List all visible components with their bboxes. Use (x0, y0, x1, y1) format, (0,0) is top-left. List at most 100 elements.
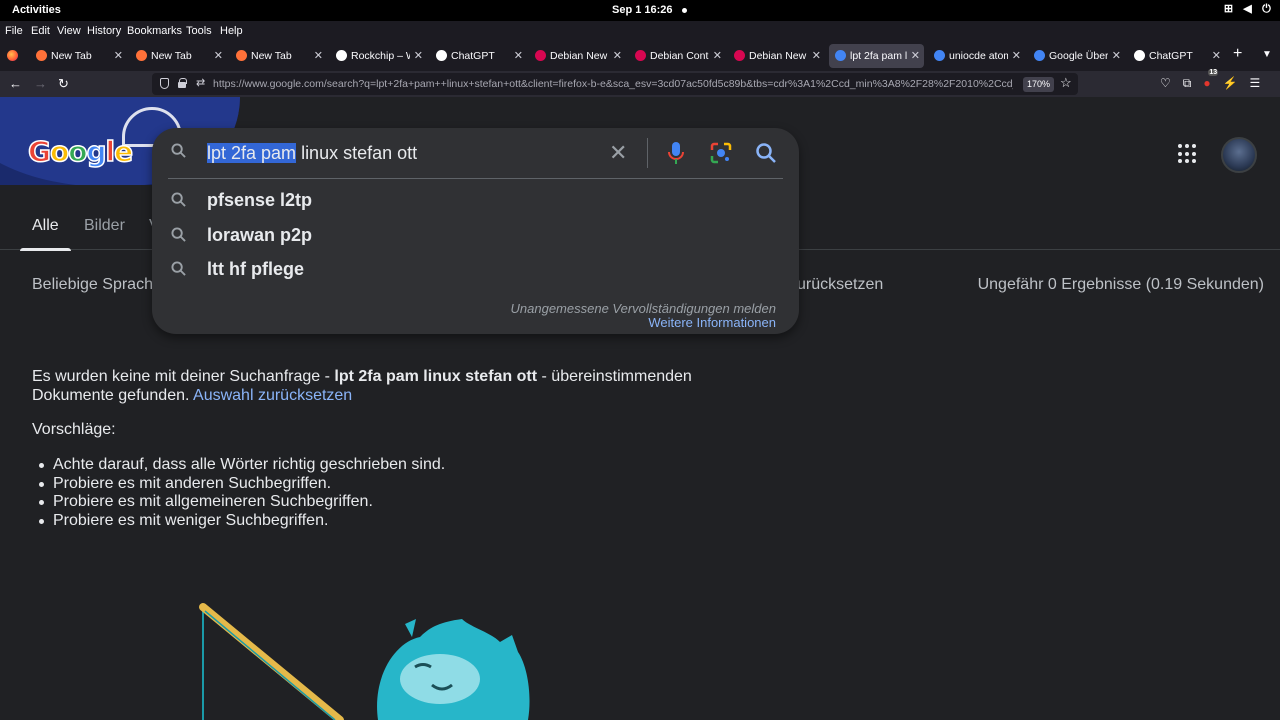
list-all-tabs-icon[interactable]: ▼ (1262, 49, 1272, 60)
close-tab-icon[interactable]: ✕ (314, 49, 323, 62)
close-tab-icon[interactable]: ✕ (911, 49, 920, 62)
reset-filter-link[interactable]: urücksetzen (797, 276, 883, 294)
more-info-link[interactable]: Weitere Informationen (648, 315, 776, 330)
url-bar[interactable]: ⇄ https://www.google.com/search?q=lpt+2f… (152, 73, 1078, 95)
toolbar-icons: ♡ ⧉ ● 13 ⚡ ☰ (1160, 69, 1261, 91)
close-tab-icon[interactable]: ✕ (114, 49, 123, 62)
lens-search-icon[interactable] (710, 142, 732, 164)
close-tab-icon[interactable]: ✕ (1112, 49, 1121, 62)
suggestion-item[interactable]: lorawan p2p (152, 218, 799, 252)
close-tab-icon[interactable]: ✕ (214, 49, 223, 62)
search-icon (171, 192, 186, 207)
suggestion-item[interactable]: pfsense l2tp (152, 183, 799, 217)
zoom-level[interactable]: 170% (1023, 77, 1055, 92)
browser-tab[interactable]: ChatGPT ✕ (1128, 44, 1225, 68)
back-icon[interactable]: ← (9, 76, 22, 91)
close-tab-icon[interactable]: ✕ (1012, 49, 1021, 62)
activities-button[interactable]: Activities (12, 4, 61, 16)
tab-label: Rockchip – Wi (351, 50, 410, 62)
browser-tab[interactable]: lpt 2fa pam lin ✕ (829, 44, 924, 68)
tab-label: Debian New M (749, 50, 808, 62)
creature-ear (405, 619, 416, 637)
chatgpt-icon (436, 50, 447, 61)
browser-tab[interactable]: ChatGPT ✕ (430, 44, 527, 68)
wikipedia-icon (336, 50, 347, 61)
browser-tab[interactable]: Debian New M ✕ (529, 44, 626, 68)
tab-images[interactable]: Bilder (84, 217, 125, 235)
google-logo: Google (27, 134, 134, 169)
browser-tab[interactable]: Debian Contri ✕ (629, 44, 726, 68)
tab-label: lpt 2fa pam lin (850, 50, 907, 62)
tab-label: New Tab (51, 50, 92, 62)
suggestion-item[interactable]: ltt hf pflege (152, 252, 799, 286)
search-input[interactable]: lpt 2fa pam linux stefan ott (207, 143, 417, 164)
close-tab-icon[interactable]: ✕ (713, 49, 722, 62)
menu-edit[interactable]: Edit (31, 25, 50, 37)
firefox-view-icon[interactable] (7, 50, 18, 61)
close-tab-icon[interactable]: ✕ (514, 49, 523, 62)
app-menu-icon[interactable]: ☰ (1250, 76, 1261, 91)
lock-icon[interactable] (178, 78, 187, 88)
google-icon (835, 50, 846, 61)
extensions-icon[interactable]: ⧉ (1183, 76, 1192, 91)
network-icon: ⊞ (1223, 3, 1234, 15)
search-submit-icon[interactable] (755, 142, 777, 164)
tab-label: New Tab (251, 50, 292, 62)
suggestions-heading: Vorschläge: (32, 421, 116, 438)
pocket-icon[interactable]: ♡ (1160, 76, 1171, 91)
suggestions-list: Achte darauf, dass alle Wörter richtig g… (38, 456, 445, 531)
reload-icon[interactable]: ↻ (58, 76, 69, 92)
clear-search-icon[interactable]: ✕ (609, 140, 627, 166)
browser-tab[interactable]: Rockchip – Wi ✕ (330, 44, 427, 68)
browser-tab[interactable]: New Tab ✕ (230, 44, 327, 68)
dropdown-separator (168, 178, 783, 179)
new-tab-button[interactable]: + (1233, 45, 1242, 63)
voice-search-icon[interactable] (668, 141, 684, 165)
menu-bookmarks[interactable]: Bookmarks (127, 25, 182, 37)
ublock-icon[interactable]: ● 13 (1203, 69, 1219, 91)
browser-tab[interactable]: Google Übers ✕ (1028, 44, 1125, 68)
menu-tools[interactable]: Tools (186, 25, 212, 37)
browser-tab[interactable]: New Tab ✕ (130, 44, 227, 68)
firefox-icon (236, 50, 247, 61)
search-icon (171, 261, 186, 276)
no-results-query: lpt 2fa pam linux stefan ott (334, 368, 538, 385)
tab-all[interactable]: Alle (20, 217, 71, 251)
menu-history[interactable]: History (87, 25, 121, 37)
menu-file[interactable]: File (5, 25, 23, 37)
reset-selection-link[interactable]: Auswahl zurücksetzen (193, 387, 352, 404)
list-item: Probiere es mit weniger Suchbegriffen. (38, 512, 445, 531)
close-tab-icon[interactable]: ✕ (613, 49, 622, 62)
report-predictions-link[interactable]: Unangemessene Vervollständigungen melden (511, 301, 776, 316)
menu-view[interactable]: View (57, 25, 81, 37)
browser-tab[interactable]: uniocde atom ✕ (928, 44, 1025, 68)
tab-label: uniocde atom (949, 50, 1008, 62)
firefox-icon (36, 50, 47, 61)
language-filter[interactable]: Beliebige Sprach (32, 276, 153, 294)
fishing-rod-line (204, 610, 336, 720)
notification-dot (682, 8, 687, 13)
dark-reader-icon[interactable]: ⚡ (1223, 76, 1238, 91)
browser-tab[interactable]: Debian New M ✕ (728, 44, 825, 68)
bookmark-star-icon[interactable]: ☆ (1060, 75, 1072, 91)
close-tab-icon[interactable]: ✕ (812, 49, 821, 62)
search-input-selection: lpt 2fa pam (207, 143, 297, 163)
permissions-icon[interactable]: ⇄ (196, 76, 205, 89)
result-stats: Ungefähr 0 Ergebnisse (0.19 Sekunden) (977, 276, 1264, 293)
google-apps-icon[interactable] (1178, 144, 1198, 164)
fishing-rod (199, 603, 344, 720)
suggestion-text: ltt hf pflege (207, 259, 304, 279)
search-icon (171, 227, 186, 242)
clock[interactable]: Sep 1 16:26 (612, 4, 673, 16)
forward-icon[interactable]: → (34, 76, 47, 91)
search-input-rest: linux stefan ott (296, 143, 418, 163)
menu-help[interactable]: Help (220, 25, 243, 37)
system-tray[interactable]: ⊞ ◀ ⏻ (1223, 3, 1272, 15)
tracking-protection-icon[interactable] (160, 78, 169, 89)
browser-tab[interactable]: New Tab ✕ (30, 44, 127, 68)
account-avatar[interactable] (1221, 137, 1257, 173)
close-tab-icon[interactable]: ✕ (1212, 49, 1221, 62)
url-text[interactable]: https://www.google.com/search?q=lpt+2fa+… (213, 78, 1013, 90)
close-tab-icon[interactable]: ✕ (414, 49, 423, 62)
tab-strip: New Tab✕New Tab✕New Tab✕Rockchip – Wi✕Ch… (0, 41, 1280, 71)
